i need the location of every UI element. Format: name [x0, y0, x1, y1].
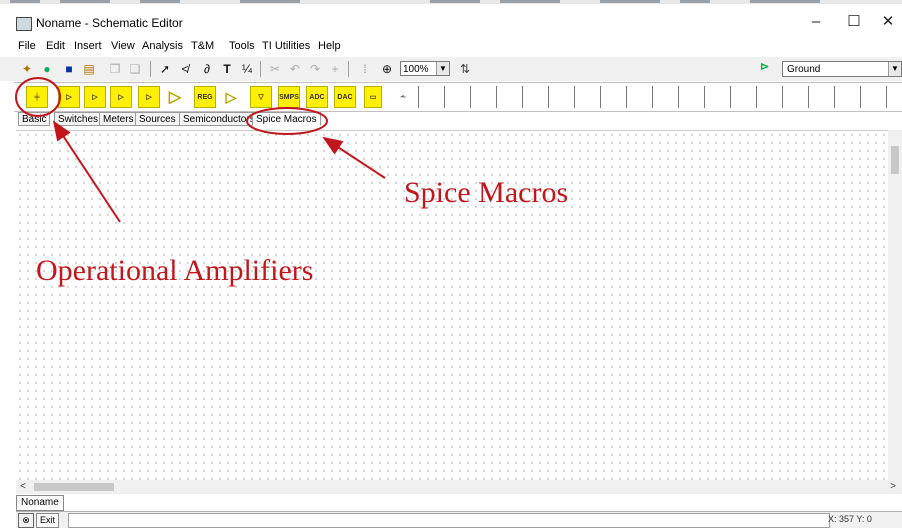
annotation-op-amps: Operational Amplifiers — [36, 254, 314, 287]
spice-macros-highlight-circle — [246, 107, 328, 135]
opamp-arrow — [52, 120, 121, 223]
annotation-spice-macros: Spice Macros — [404, 176, 569, 209]
opamp-highlight-circle — [15, 77, 61, 117]
spice-macros-arrow — [322, 136, 386, 179]
